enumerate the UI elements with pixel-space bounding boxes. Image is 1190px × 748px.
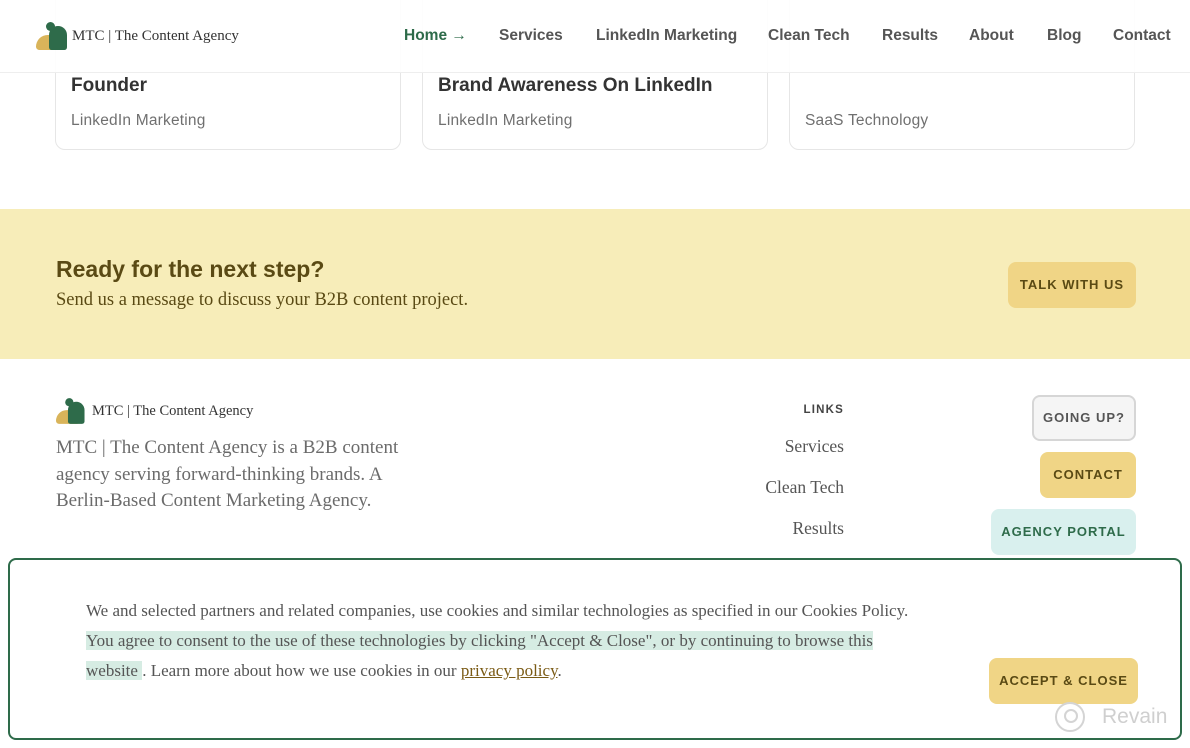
footer-brand-name: MTC | The Content Agency — [92, 402, 254, 419]
talk-with-us-button[interactable]: TALK WITH US — [1008, 262, 1136, 308]
nav-item-results[interactable]: Results — [882, 27, 938, 45]
nav-item-about[interactable]: About — [969, 27, 1014, 45]
footer-link-services[interactable]: Services — [700, 436, 844, 457]
contact-button[interactable]: CONTACT — [1040, 452, 1136, 498]
accept-close-button[interactable]: ACCEPT & CLOSE — [989, 658, 1138, 704]
cookie-message: We and selected partners and related com… — [86, 596, 926, 686]
nav-item-clean-tech[interactable]: Clean Tech — [768, 27, 850, 45]
footer-description: MTC | The Content Agency is a B2B conten… — [56, 437, 399, 511]
cta-section: Ready for the next step? Send us a messa… — [0, 209, 1190, 359]
footer-link-clean-tech[interactable]: Clean Tech — [700, 477, 844, 498]
nav-item-blog[interactable]: Blog — [1047, 27, 1081, 45]
nav-item-linkedin-marketing[interactable]: LinkedIn Marketing — [596, 27, 737, 45]
watermark-logo-icon — [1055, 702, 1085, 732]
cookie-banner: We and selected partners and related com… — [8, 558, 1182, 740]
cookie-text-start: We and selected partners and related com… — [86, 601, 909, 620]
footer-link-results[interactable]: Results — [700, 518, 844, 539]
card-title[interactable]: Founder — [71, 75, 147, 97]
watermark: Revain — [1055, 702, 1167, 732]
card-title[interactable]: Brand Awareness On LinkedIn — [438, 75, 713, 97]
card-category: LinkedIn Marketing — [438, 112, 573, 129]
privacy-policy-link[interactable]: privacy policy — [461, 661, 558, 680]
logo-icon — [56, 398, 85, 424]
nav-item-contact[interactable]: Contact — [1113, 27, 1171, 45]
cookie-text-mid: . Learn more about how we use cookies in… — [142, 661, 461, 680]
card-category: LinkedIn Marketing — [71, 112, 206, 129]
going-up-button[interactable]: GOING UP? — [1032, 395, 1136, 441]
nav-item-services[interactable]: Services — [499, 27, 563, 45]
cta-subtitle: Send us a message to discuss your B2B co… — [56, 290, 469, 310]
footer-links-heading: LINKS — [803, 404, 844, 416]
agency-portal-button[interactable]: AGENCY PORTAL — [991, 509, 1136, 555]
watermark-text: Revain — [1102, 705, 1168, 728]
cta-title: Ready for the next step? — [56, 256, 325, 282]
cookie-text-end: . — [557, 661, 562, 680]
footer-logo[interactable]: MTC | The Content Agency — [56, 397, 253, 425]
top-navigation: MTC | The Content Agency Home → Services… — [0, 0, 1190, 73]
nav-menu: Home → Services LinkedIn Marketing Clean… — [0, 27, 1190, 47]
nav-item-home[interactable]: Home → — [404, 27, 467, 45]
card-category: SaaS Technology — [805, 112, 929, 129]
